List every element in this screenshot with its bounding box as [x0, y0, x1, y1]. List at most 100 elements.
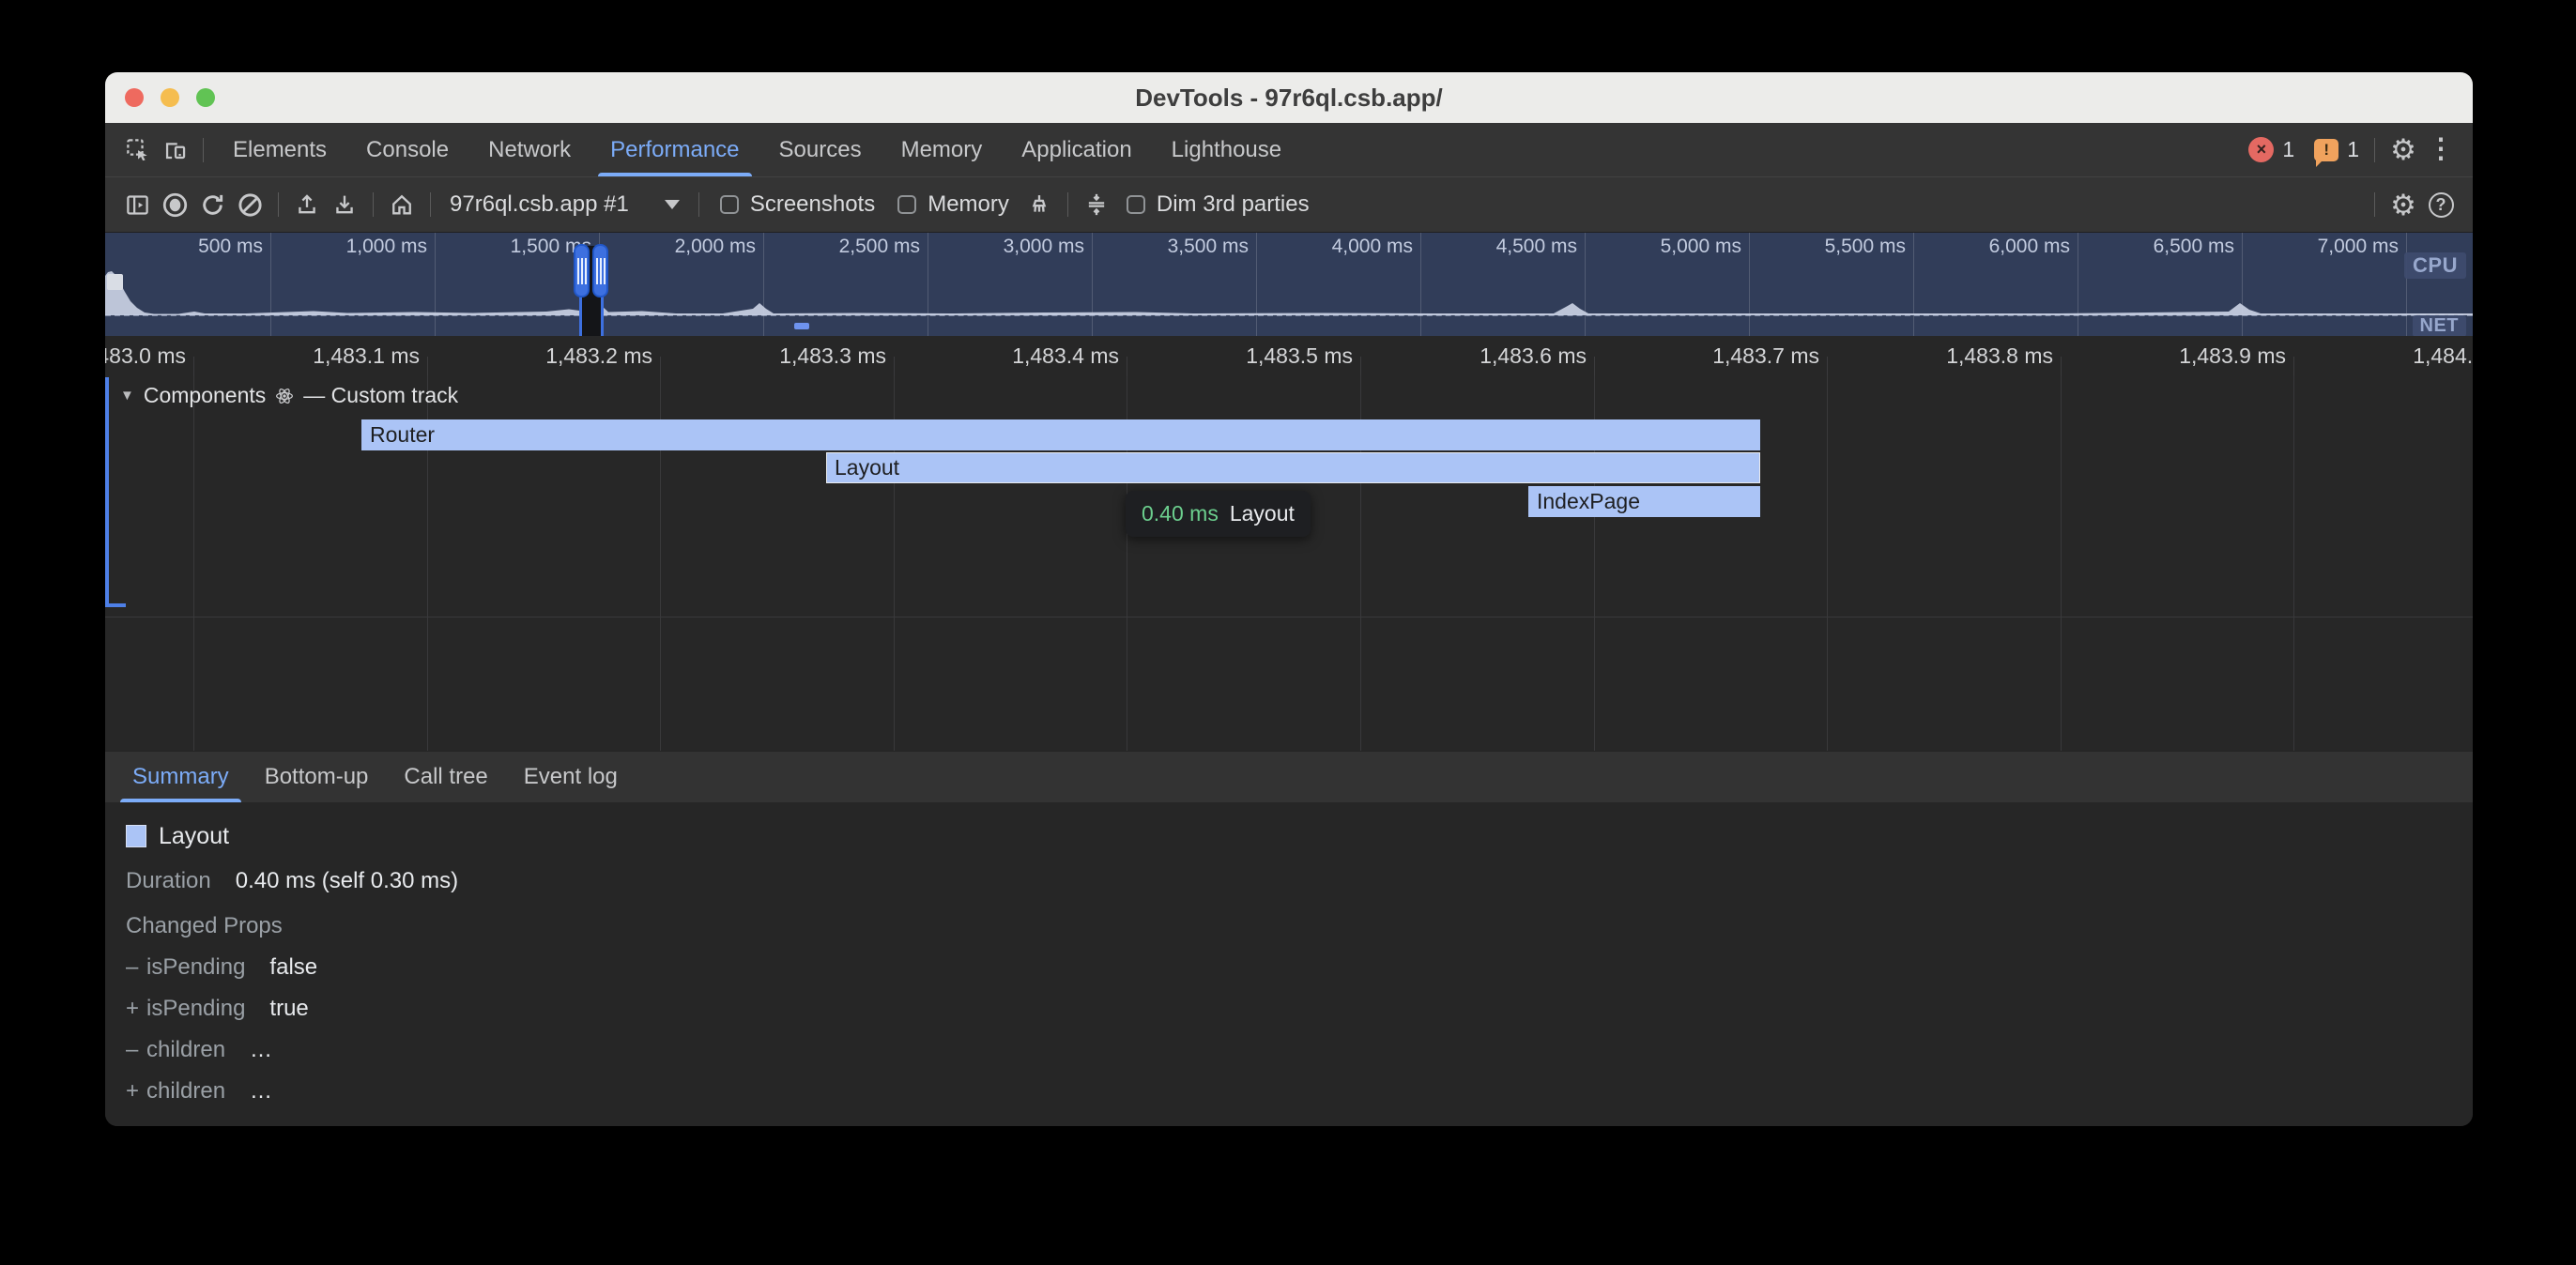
prop-row: + isPending true: [126, 996, 2473, 1022]
flame-bar-indexpage[interactable]: IndexPage: [1528, 486, 1760, 517]
flame-gridline: [2061, 375, 2062, 751]
summary-event-name: Layout: [159, 823, 229, 850]
flame-chart[interactable]: ▼ Components — Custom track Router Layou…: [105, 375, 2473, 751]
selection-handle-left[interactable]: [574, 244, 590, 297]
overview-tick-label: 3,500 ms: [1106, 236, 1249, 258]
divider: [278, 192, 279, 217]
ruler-gridline: [193, 357, 194, 375]
record-and-reload-icon[interactable]: [193, 183, 231, 226]
tab-console[interactable]: Console: [346, 123, 468, 176]
clear-icon[interactable]: [231, 183, 268, 226]
memory-checkbox[interactable]: [897, 195, 916, 214]
net-label: NET: [2413, 315, 2467, 336]
timeline-overview[interactable]: CPU NET 500 ms1,000 ms1,500 ms2,000 ms2,…: [105, 233, 2473, 336]
duration-value: 0.40 ms (self 0.30 ms): [236, 868, 458, 894]
ruler-tick-label: 1,483.4 ms: [959, 343, 1119, 369]
inspect-element-icon[interactable]: [118, 123, 156, 176]
device-toolbar-icon[interactable]: [156, 123, 193, 176]
dim-3rd-parties-toggle[interactable]: Dim 3rd parties: [1115, 191, 1321, 218]
warning-icon[interactable]: !: [2314, 139, 2338, 161]
ruler-gridline: [2293, 357, 2294, 375]
desktop: DevTools - 97r6ql.csb.app/: [0, 0, 2576, 1265]
history-dropdown[interactable]: 97r6ql.csb.app #1: [440, 191, 689, 218]
tab-memory[interactable]: Memory: [882, 123, 1003, 176]
ruler-tick-label: 1,483.8 ms: [1894, 343, 2053, 369]
track-name: Components: [144, 383, 266, 408]
overview-tick-label: 6,500 ms: [2092, 236, 2234, 258]
selected-track-bracket: [105, 377, 109, 607]
devtools-tabbar: Elements Console Network Performance Sou…: [105, 123, 2473, 177]
warning-count: 1: [2347, 137, 2359, 162]
flame-gridline: [193, 375, 194, 751]
prop-name: isPending: [146, 996, 245, 1022]
ruler-gridline: [1360, 357, 1361, 375]
settings-gear-icon[interactable]: ⚙: [2384, 123, 2422, 176]
tab-network[interactable]: Network: [468, 123, 590, 176]
collapse-triangle-icon[interactable]: ▼: [120, 388, 134, 404]
memory-toggle[interactable]: Memory: [886, 191, 1020, 218]
home-icon[interactable]: [383, 183, 421, 226]
overview-tick-label: 6,000 ms: [1927, 236, 2070, 258]
tab-lighthouse[interactable]: Lighthouse: [1152, 123, 1301, 176]
toggle-sidebar-icon[interactable]: [118, 183, 156, 226]
divider: [698, 192, 699, 217]
overview-tick-label: 5,500 ms: [1763, 236, 1906, 258]
tab-sources[interactable]: Sources: [759, 123, 882, 176]
error-icon[interactable]: ×: [2248, 137, 2274, 162]
ruler-tick-label: 1,483.7 ms: [1660, 343, 1819, 369]
prop-value: …: [250, 1078, 272, 1105]
flame-bar-router[interactable]: Router: [361, 419, 1760, 450]
overview-tick-label: 2,000 ms: [613, 236, 756, 258]
changed-props-heading: Changed Props: [126, 913, 2473, 939]
duration-label: Duration: [126, 868, 211, 894]
download-profile-icon[interactable]: [326, 183, 363, 226]
error-count: 1: [2282, 137, 2294, 162]
cpu-net-divider: [105, 314, 2473, 316]
ruler-gridline: [1827, 357, 1828, 375]
overview-tick-label: 4,500 ms: [1434, 236, 1577, 258]
tab-bottom-up[interactable]: Bottom-up: [247, 752, 387, 802]
devtools-window: DevTools - 97r6ql.csb.app/: [105, 72, 2473, 1126]
prop-sign: +: [126, 1078, 146, 1105]
ruler-tick-label: 1,483.3 ms: [727, 343, 886, 369]
memory-label: Memory: [928, 191, 1009, 218]
detail-tabbar: Summary Bottom-up Call tree Event log: [105, 751, 2473, 802]
prop-value: …: [250, 1037, 272, 1063]
ruler-gridline: [660, 357, 661, 375]
issues-badges[interactable]: × 1 ! 1: [2248, 137, 2359, 162]
dim-3rd-parties-checkbox[interactable]: [1127, 195, 1145, 214]
help-icon[interactable]: ?: [2422, 183, 2460, 226]
divider: [1067, 192, 1068, 217]
flame-bar-layout[interactable]: Layout: [826, 452, 1760, 483]
divider: [2374, 138, 2375, 162]
screenshots-toggle[interactable]: Screenshots: [709, 191, 886, 218]
screenshots-label: Screenshots: [750, 191, 875, 218]
selection-handle-right[interactable]: [592, 244, 608, 297]
ruler-gridline: [427, 357, 428, 375]
overview-tick-label: 2,500 ms: [777, 236, 920, 258]
react-atom-icon: [275, 387, 294, 405]
tab-summary[interactable]: Summary: [115, 752, 247, 802]
ruler-tick-label: 1,483.2 ms: [493, 343, 652, 369]
tab-elements[interactable]: Elements: [213, 123, 346, 176]
capture-settings-gear-icon[interactable]: ⚙: [2384, 183, 2422, 226]
collect-garbage-icon[interactable]: [1020, 183, 1058, 226]
prop-row: – children …: [126, 1037, 2473, 1063]
ruler-tick-label: 1,483.0 ms: [105, 343, 186, 369]
flame-gridline: [2293, 375, 2294, 751]
screenshots-checkbox[interactable]: [720, 195, 739, 214]
record-icon[interactable]: [156, 183, 193, 226]
summary-title-row: Layout: [126, 823, 2473, 849]
tab-application[interactable]: Application: [1002, 123, 1151, 176]
tab-event-log[interactable]: Event log: [506, 752, 636, 802]
upload-profile-icon[interactable]: [288, 183, 326, 226]
tab-call-tree[interactable]: Call tree: [386, 752, 505, 802]
ruler-gridline: [2061, 357, 2062, 375]
kebab-menu-icon[interactable]: ⋮: [2422, 123, 2460, 176]
compress-tracks-icon[interactable]: [1078, 183, 1115, 226]
divider: [373, 192, 374, 217]
prop-name: children: [146, 1037, 225, 1063]
ruler-gridline: [894, 357, 895, 375]
tab-performance[interactable]: Performance: [590, 123, 759, 176]
track-header[interactable]: ▼ Components — Custom track: [120, 383, 458, 408]
